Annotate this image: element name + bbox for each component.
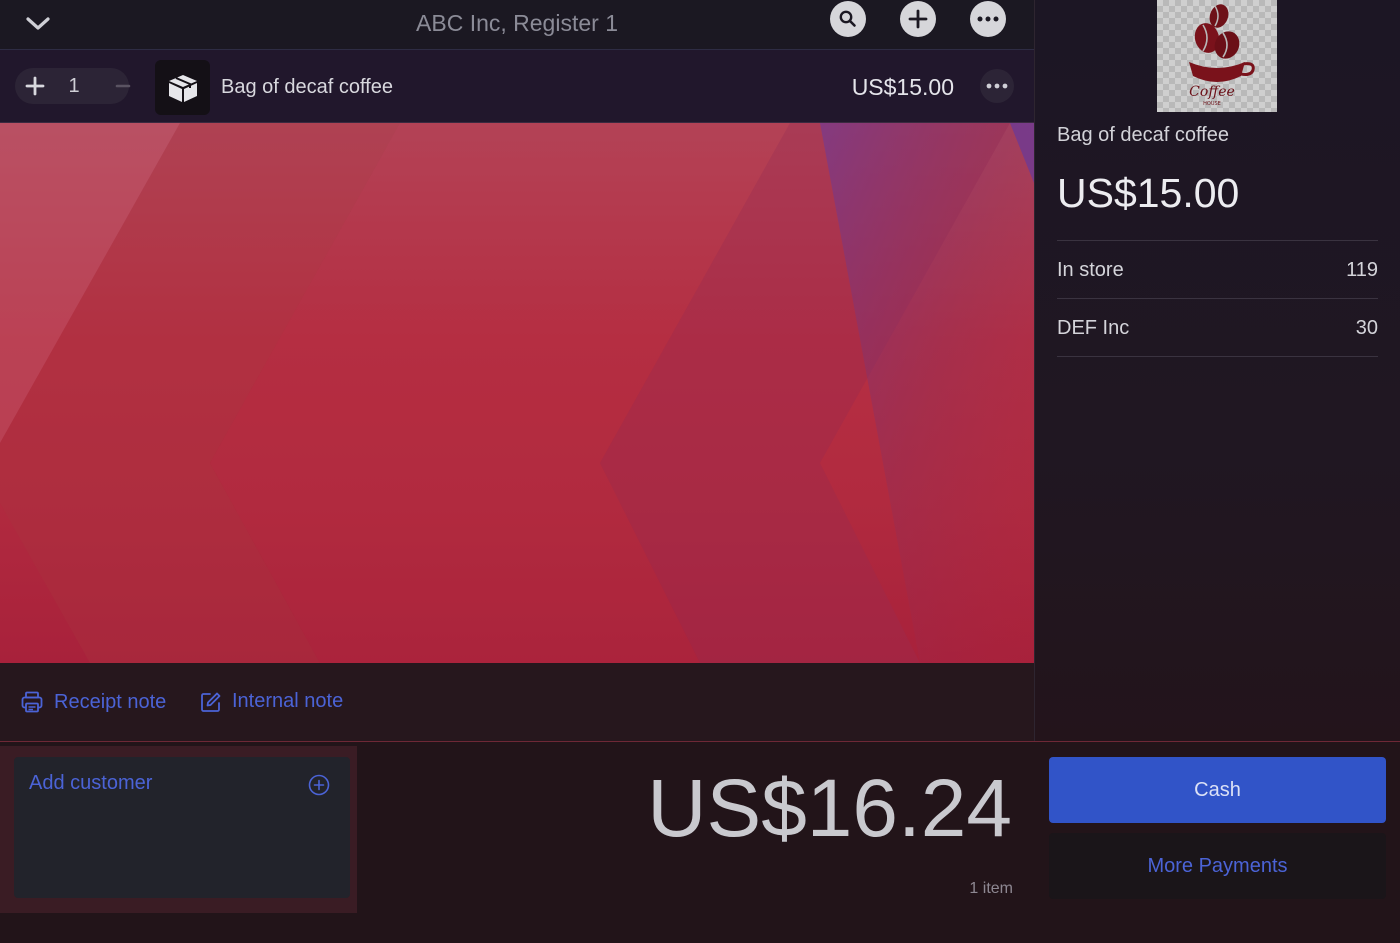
item-count: 1 item bbox=[969, 880, 1013, 897]
edit-icon bbox=[201, 692, 221, 712]
product-image: Coffee HOUSE bbox=[1157, 0, 1277, 112]
decrease-quantity-button[interactable] bbox=[111, 74, 135, 98]
line-item-name: Bag of decaf coffee bbox=[221, 76, 393, 98]
product-image-subtext: HOUSE bbox=[1203, 101, 1221, 107]
stock-row: In store 119 bbox=[1057, 240, 1378, 297]
add-customer-button[interactable]: Add customer bbox=[14, 757, 350, 898]
stock-location: DEF Inc bbox=[1057, 317, 1130, 339]
add-button[interactable] bbox=[900, 1, 936, 37]
footer-divider bbox=[0, 741, 1400, 742]
top-bar: ABC Inc, Register 1 bbox=[0, 0, 1034, 50]
product-image-text: Coffee bbox=[1189, 84, 1235, 100]
cart-line-item[interactable]: 1 Bag of decaf coffee US$15.00 bbox=[0, 50, 1034, 123]
stock-location: In store bbox=[1057, 259, 1124, 281]
receipt-note-button[interactable]: Receipt note bbox=[20, 690, 166, 714]
product-name: Bag of decaf coffee bbox=[1057, 124, 1229, 146]
more-icon bbox=[977, 16, 999, 22]
add-customer-label: Add customer bbox=[29, 772, 153, 794]
quantity-value: 1 bbox=[68, 75, 80, 97]
quantity-stepper: 1 bbox=[15, 68, 131, 104]
cart-empty-area bbox=[0, 123, 1034, 663]
plus-icon bbox=[908, 9, 928, 29]
cash-button[interactable]: Cash bbox=[1049, 757, 1386, 823]
customer-section: Add customer bbox=[0, 746, 357, 913]
internal-note-button[interactable]: Internal note bbox=[200, 690, 343, 713]
increase-quantity-button[interactable] bbox=[23, 74, 47, 98]
product-price: US$15.00 bbox=[1057, 170, 1240, 216]
order-total: US$16.24 bbox=[647, 763, 1012, 854]
search-button[interactable] bbox=[830, 1, 866, 37]
stock-row: DEF Inc 30 bbox=[1057, 298, 1378, 355]
stock-divider bbox=[1057, 356, 1378, 357]
plus-icon bbox=[25, 76, 45, 96]
printer-icon bbox=[21, 691, 43, 713]
minus-icon bbox=[115, 84, 131, 88]
more-button[interactable] bbox=[970, 1, 1006, 37]
register-title: ABC Inc, Register 1 bbox=[416, 10, 618, 36]
more-payments-button[interactable]: More Payments bbox=[1049, 833, 1386, 899]
box-icon bbox=[155, 60, 210, 115]
line-item-price: US$15.00 bbox=[851, 74, 954, 100]
plus-circle-icon bbox=[308, 774, 330, 796]
search-icon bbox=[839, 10, 856, 27]
line-item-more-button[interactable] bbox=[980, 69, 1014, 103]
notes-bar: Receipt note Internal note bbox=[0, 663, 1034, 741]
receipt-note-label: Receipt note bbox=[54, 690, 167, 713]
more-icon bbox=[986, 83, 1008, 89]
internal-note-label: Internal note bbox=[232, 690, 344, 712]
stock-count: 119 bbox=[1346, 259, 1378, 281]
product-detail-panel: Coffee HOUSE Bag of decaf coffee US$15.0… bbox=[1035, 0, 1400, 741]
stock-count: 30 bbox=[1355, 317, 1378, 339]
